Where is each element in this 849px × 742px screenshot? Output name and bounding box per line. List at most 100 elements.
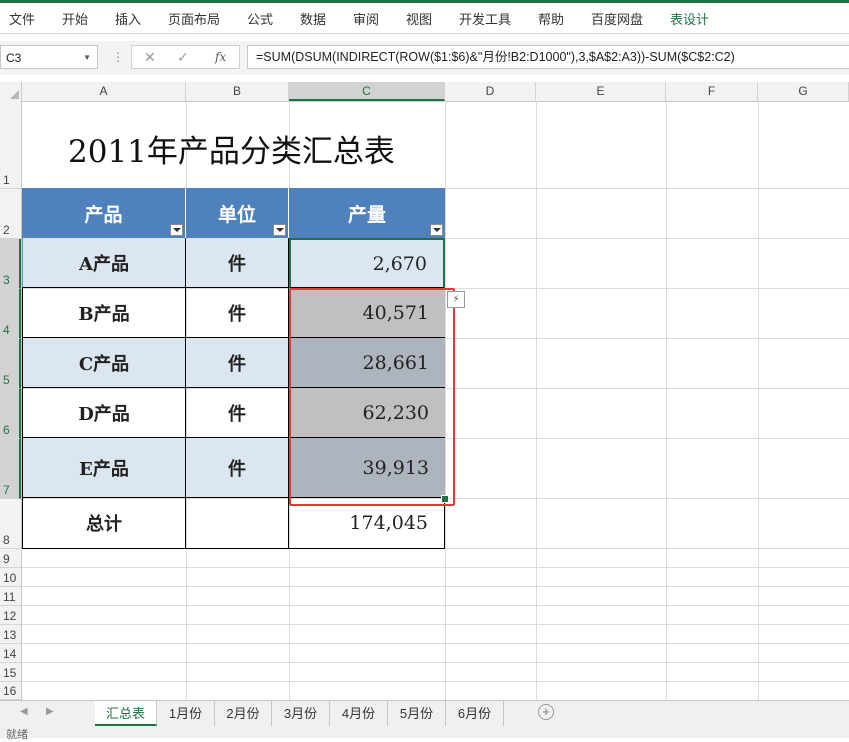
sheet-tab-feb[interactable]: 2月份 <box>215 701 272 726</box>
row-number: 14 <box>3 647 17 661</box>
table-cell-qty-selected[interactable]: 2,670 <box>289 238 445 288</box>
tab-view[interactable]: 视图 <box>406 9 432 28</box>
row-header[interactable]: 14 <box>0 644 21 663</box>
column-headers: A B C D E F G <box>0 82 849 102</box>
row-number: 12 <box>3 609 17 623</box>
tab-data[interactable]: 数据 <box>300 9 326 28</box>
gridline <box>758 101 759 700</box>
filter-dropdown-icon[interactable] <box>430 224 443 236</box>
gridline <box>22 643 849 644</box>
sheet-tab-jun[interactable]: 6月份 <box>446 701 504 726</box>
sheet-tab-mar[interactable]: 3月份 <box>272 701 330 726</box>
sheet-tab-summary[interactable]: 汇总表 <box>95 701 157 726</box>
name-box-value: C3 <box>6 51 22 65</box>
sheet-tab-jan[interactable]: 1月份 <box>157 701 215 726</box>
row-header[interactable]: 10 <box>0 568 21 587</box>
tab-page-layout[interactable]: 页面布局 <box>168 9 220 28</box>
row-number: 15 <box>3 666 17 680</box>
row-header[interactable]: 2 <box>0 189 21 239</box>
table-cell-unit[interactable]: 件 <box>186 388 289 438</box>
sheet-tab-apr[interactable]: 4月份 <box>330 701 388 726</box>
row-header[interactable]: 8 <box>0 499 21 549</box>
row-header[interactable]: 5 <box>0 339 21 389</box>
quick-analysis-icon[interactable]: ⚡ <box>447 291 465 308</box>
status-text: 就绪 <box>6 729 28 741</box>
insert-function-icon[interactable]: fx <box>215 46 226 68</box>
row-number: 11 <box>3 590 16 604</box>
status-bar: 就绪 <box>0 728 849 741</box>
chevron-down-icon[interactable]: ▼ <box>83 46 91 70</box>
add-sheet-icon[interactable]: + <box>538 704 554 720</box>
table-header-unit[interactable]: 单位 <box>186 188 289 238</box>
table-cell-product[interactable]: E产品 <box>22 438 186 498</box>
cancel-icon[interactable]: ✕ <box>144 46 156 68</box>
sheet-tab-bar: ◀ ▶ 汇总表 1月份 2月份 3月份 4月份 5月份 6月份 <box>0 700 849 729</box>
tab-review[interactable]: 审阅 <box>353 9 379 28</box>
gridline <box>536 101 537 700</box>
row-header[interactable]: 7 <box>0 439 21 499</box>
column-header-f[interactable]: F <box>666 82 758 101</box>
row-number: 13 <box>3 628 17 642</box>
sheet-tab-may[interactable]: 5月份 <box>388 701 446 726</box>
column-header-c[interactable]: C <box>289 82 445 101</box>
highlight-rectangle <box>289 288 455 506</box>
column-header-b[interactable]: B <box>186 82 289 101</box>
table-cell-unit[interactable]: 件 <box>186 238 289 288</box>
row-header[interactable]: 3 <box>0 239 21 289</box>
column-header-a[interactable]: A <box>22 82 186 101</box>
tab-baidu-netdisk[interactable]: 百度网盘 <box>591 9 643 28</box>
row-header[interactable]: 1 <box>0 101 21 189</box>
formula-input[interactable]: =SUM(DSUM(INDIRECT(ROW($1:$6)&"月份!B2:D10… <box>247 45 849 69</box>
ribbon-tabs: 文件 开始 插入 页面布局 公式 数据 审阅 视图 开发工具 帮助 百度网盘 表… <box>0 3 849 34</box>
select-all-corner[interactable] <box>0 82 22 101</box>
table-cell-product[interactable]: A产品 <box>22 238 186 288</box>
table-header-qty[interactable]: 产量 <box>289 188 445 238</box>
tab-file[interactable]: 文件 <box>9 9 35 28</box>
tab-home[interactable]: 开始 <box>62 9 88 28</box>
check-icon[interactable]: ✓ <box>177 46 189 68</box>
row-number: 10 <box>3 571 17 585</box>
gridline <box>22 662 849 663</box>
column-header-e[interactable]: E <box>536 82 666 101</box>
tab-insert[interactable]: 插入 <box>115 9 141 28</box>
table-header-product[interactable]: 产品 <box>22 188 186 238</box>
row-number: 7 <box>3 483 10 497</box>
scroll-right-icon[interactable]: ▶ <box>46 706 54 717</box>
scroll-left-icon[interactable]: ◀ <box>20 706 28 717</box>
row-header[interactable]: 12 <box>0 606 21 625</box>
row-number: 9 <box>3 552 10 566</box>
table-cell-product[interactable]: B产品 <box>22 288 186 338</box>
column-header-g[interactable]: G <box>758 82 849 101</box>
table-cell-product[interactable]: D产品 <box>22 388 186 438</box>
tab-help[interactable]: 帮助 <box>538 9 564 28</box>
row-header[interactable]: 11 <box>0 587 21 606</box>
row-header[interactable]: 16 <box>0 682 21 700</box>
row-header[interactable]: 6 <box>0 389 21 439</box>
page-title: 2011年产品分类汇总表 <box>68 134 395 170</box>
gridline <box>666 101 667 700</box>
table-cell-unit[interactable]: 件 <box>186 438 289 498</box>
tab-formulas[interactable]: 公式 <box>247 9 273 28</box>
table-cell-unit[interactable]: 件 <box>186 288 289 338</box>
tab-developer[interactable]: 开发工具 <box>459 9 511 28</box>
row-number: 1 <box>3 173 10 187</box>
gridline <box>22 567 849 568</box>
row-number: 6 <box>3 423 10 437</box>
table-cell-total-label[interactable]: 总计 <box>22 498 186 549</box>
row-header[interactable]: 13 <box>0 625 21 644</box>
gridline <box>22 681 849 682</box>
table-cell-unit[interactable]: 件 <box>186 338 289 388</box>
row-header[interactable]: 4 <box>0 289 21 339</box>
filter-dropdown-icon[interactable] <box>170 224 183 236</box>
row-number: 3 <box>3 273 10 287</box>
filter-dropdown-icon[interactable] <box>273 224 286 236</box>
formula-buttons: ✕ ✓ fx <box>131 45 240 69</box>
table-header-label: 单位 <box>217 203 256 226</box>
row-header[interactable]: 9 <box>0 549 21 568</box>
table-cell-total-unit[interactable] <box>186 498 289 549</box>
row-header[interactable]: 15 <box>0 663 21 682</box>
tab-table-design[interactable]: 表设计 <box>670 9 709 28</box>
column-header-d[interactable]: D <box>445 82 536 101</box>
table-cell-product[interactable]: C产品 <box>22 338 186 388</box>
name-box[interactable]: C3 ▼ <box>0 45 98 69</box>
